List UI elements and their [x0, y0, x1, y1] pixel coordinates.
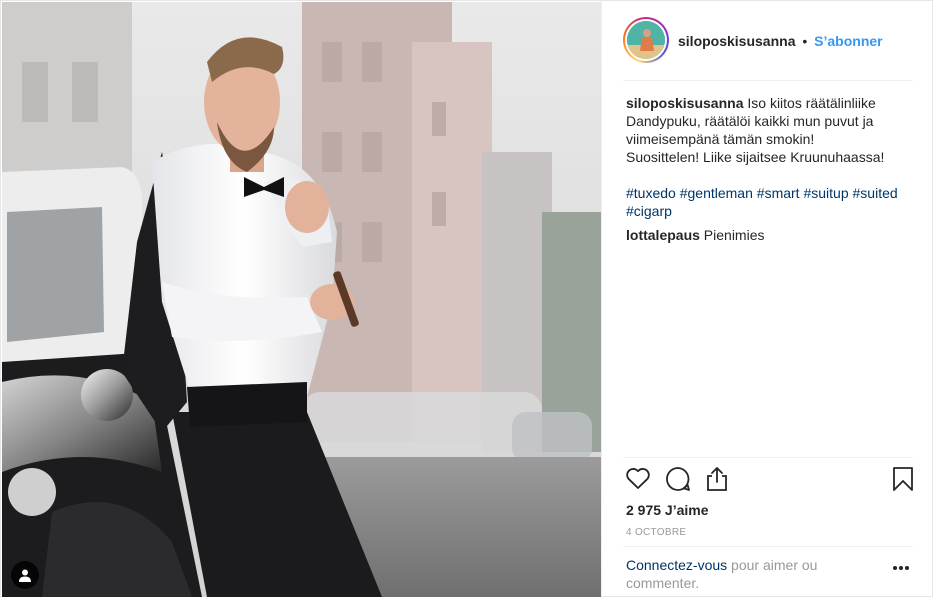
- header-text: siloposkisusanna • S’abonner: [678, 33, 883, 49]
- separator-dot: •: [802, 33, 808, 49]
- share-icon[interactable]: [705, 466, 729, 492]
- avatar-story-ring[interactable]: [623, 17, 669, 63]
- caption-line-1: Iso kiitos räätälinliike: [747, 95, 876, 111]
- post-photo[interactable]: [2, 2, 601, 597]
- comment-text: Pienimies: [703, 227, 765, 243]
- comments-section: siloposkisusanna Iso kiitos räätälinliik…: [626, 94, 916, 244]
- hashtag-link[interactable]: #suitup: [803, 185, 848, 201]
- caption-line-4: Suosittelen! Liike sijaitsee Kruunuhaass…: [626, 149, 885, 165]
- footer-divider: [623, 546, 913, 547]
- heart-icon[interactable]: [625, 466, 651, 490]
- login-link[interactable]: Connectez-vous: [626, 557, 727, 573]
- avatar: [627, 21, 665, 59]
- hashtag-link[interactable]: #gentleman: [680, 185, 753, 201]
- caption-line-3: viimeisempänä tämän smokin!: [626, 131, 815, 147]
- hashtags: #tuxedo #gentleman #smart #suitup #suite…: [626, 184, 916, 220]
- post-side-panel: siloposkisusanna • S’abonner siloposkisu…: [601, 1, 933, 598]
- comment-item: lottalepaus Pienimies: [626, 226, 916, 244]
- hashtag-link[interactable]: #smart: [757, 185, 800, 201]
- hashtag-link[interactable]: #cigarp: [626, 203, 672, 219]
- user-tag-icon: [19, 569, 31, 582]
- more-options-icon[interactable]: [892, 565, 910, 571]
- actions-divider: [623, 457, 913, 458]
- author-username[interactable]: siloposkisusanna: [678, 33, 795, 49]
- bookmark-icon[interactable]: [892, 466, 914, 492]
- hashtag-link[interactable]: #suited: [853, 185, 898, 201]
- post-header: siloposkisusanna • S’abonner: [602, 1, 933, 80]
- post-actions: [602, 464, 933, 498]
- caption-line-2: Dandypuku, räätälöi kaikki mun puvut ja: [626, 113, 874, 129]
- caption: siloposkisusanna Iso kiitos räätälinliik…: [626, 94, 916, 220]
- post-date[interactable]: 4 OCTOBRE: [626, 527, 686, 538]
- login-prompt: Connectez-vous pour aimer ou commenter.: [626, 556, 876, 592]
- instagram-post: siloposkisusanna • S’abonner siloposkisu…: [0, 0, 933, 598]
- hashtag-link[interactable]: #tuxedo: [626, 185, 676, 201]
- photo-illustration: [2, 2, 601, 597]
- likes-count[interactable]: 2 975 J’aime: [626, 502, 709, 518]
- comment-icon[interactable]: [665, 466, 691, 492]
- header-divider: [623, 80, 913, 81]
- caption-username[interactable]: siloposkisusanna: [626, 95, 743, 111]
- follow-button[interactable]: S’abonner: [814, 33, 882, 49]
- user-tag-button[interactable]: [11, 561, 39, 589]
- comment-username[interactable]: lottalepaus: [626, 227, 700, 243]
